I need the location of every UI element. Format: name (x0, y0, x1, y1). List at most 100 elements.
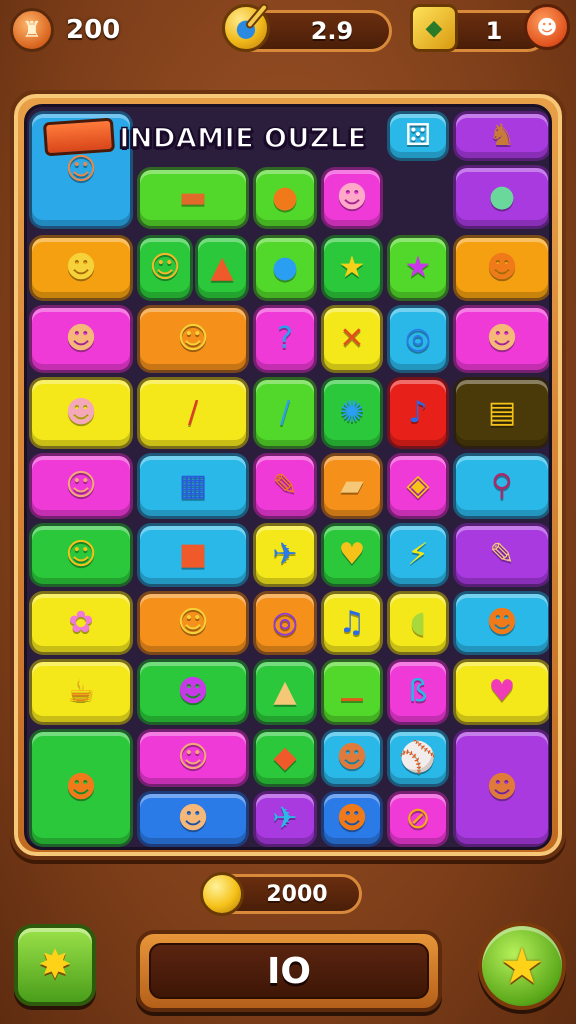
tile-blue-note-icon: ♫ (338, 605, 366, 640)
tile-pencil[interactable]: ✎ (253, 453, 317, 519)
booster-button[interactable]: ✸ (14, 924, 96, 1006)
character-icon[interactable]: ♜ (10, 8, 54, 52)
tile-chick[interactable]: ☺ (137, 235, 193, 301)
tile-wood-bench-icon: ▬ (178, 180, 208, 215)
tile-fish[interactable]: ◆ (253, 729, 317, 787)
tile-heart-icon: ♥ (488, 674, 516, 709)
tile-orange-cat-icon: ☻ (65, 250, 97, 285)
tile-long-cat[interactable]: ☺ (137, 305, 249, 373)
tile-tip-cone[interactable]: ▲ (253, 659, 317, 725)
tile-pink-cat[interactable]: ☻ (453, 305, 549, 373)
puzzle-board[interactable]: ☺ ▬ ● ☻ ⚄ ♞ ● ☻ ☺ ▲ ● ★ ★ ☻ ☻ ☺? ✕ ◎ ☻ ☻ / / ✺ ♪ ▤ ☺ ▦ ✎ ▰ ◈ ⚲ ☺ ■ ✈ ♥ ⚡ ✎ ✿ ☺… (24, 104, 552, 850)
tile-bottle[interactable]: ◈ (387, 453, 449, 519)
tile-hamster-icon: ☻ (65, 321, 97, 356)
top-hud: ♜ 200 2.9 ● 1 ◆ ☻ (0, 0, 576, 64)
tile-rolling-pin[interactable]: / (137, 377, 249, 449)
tile-orange-ball[interactable]: ● (253, 167, 317, 229)
tile-dog-icon: ☻ (65, 770, 97, 805)
tile-crowned-face-icon: ☺ (65, 468, 97, 503)
tile-yoyo[interactable]: ⚲ (453, 453, 549, 519)
tile-syringe[interactable]: ✎ (453, 523, 549, 587)
tile-hippo[interactable]: ☻ (137, 791, 249, 847)
tile-leaf[interactable]: ◖ (387, 591, 449, 655)
tile-moose-icon: ♞ (488, 118, 516, 153)
tile-crowned-face[interactable]: ☺ (29, 453, 133, 519)
tile-monkey[interactable]: ☻ (321, 729, 383, 787)
tile-blue-stick[interactable]: / (253, 377, 317, 449)
tile-king-face[interactable]: ☺ (137, 729, 249, 787)
tile-hamster[interactable]: ☻ (29, 305, 133, 373)
tile-turtle[interactable]: ● (453, 165, 549, 229)
tile-hippo-icon: ☻ (177, 801, 209, 836)
tile-cheese-cat[interactable]: ☺ (137, 591, 249, 655)
tile-pig[interactable]: ☻ (321, 167, 383, 229)
score-value: IO (267, 950, 311, 992)
tile-blue-stick-icon: / (279, 395, 291, 430)
tile-cotton-candy[interactable]: ✿ (29, 591, 133, 655)
tile-germ[interactable]: ✺ (321, 377, 383, 449)
tile-fox-2[interactable]: ☻ (321, 791, 383, 847)
star-button[interactable]: ★ (478, 922, 566, 1010)
score-display: IO (149, 943, 429, 999)
tile-music-note-icon: ♪ (408, 395, 428, 430)
tile-moose[interactable]: ♞ (453, 111, 549, 161)
tile-swirl[interactable]: ◎ (387, 305, 449, 373)
tile-fox-icon: ☻ (486, 250, 518, 285)
tile-fish-icon: ◆ (273, 740, 297, 775)
monster-icon[interactable]: ☻ (524, 4, 570, 50)
tile-baseball-icon: ⚾ (399, 740, 437, 775)
tile-music-note[interactable]: ♪ (387, 377, 449, 449)
tile-bandage[interactable]: ▰ (321, 453, 383, 519)
tile-orange-cat[interactable]: ☻ (29, 235, 133, 301)
tile-bandage-icon: ▰ (340, 468, 364, 503)
tile-blue-plane-2[interactable]: ✈ (253, 791, 317, 847)
tile-purple-blob[interactable]: ☻ (137, 659, 249, 725)
tile-heart[interactable]: ♥ (453, 659, 549, 725)
tile-crab-icon: ☻ (486, 605, 518, 640)
tile-blue-plane[interactable]: ✈ (253, 523, 317, 587)
tile-baseball[interactable]: ⚾ (387, 729, 449, 787)
tile-bolt[interactable]: ⚡ (387, 523, 449, 587)
coin-icon (200, 872, 244, 916)
cheese-block-icon[interactable]: ◆ (410, 4, 458, 52)
tile-cone[interactable]: ▲ (195, 235, 249, 301)
tile-pink-face[interactable]: ☻ (29, 377, 133, 449)
ball-icon[interactable]: ● (222, 1, 270, 52)
tile-calendar[interactable]: ▦ (137, 453, 249, 519)
tile-crab[interactable]: ☻ (453, 591, 549, 655)
tile-brown-cat[interactable]: ☻ (453, 729, 549, 847)
tile-ticket[interactable]: ▤ (453, 377, 549, 449)
tile-cheese-cat-icon: ☺ (177, 605, 209, 640)
tile-purple-blob-icon: ☻ (177, 674, 209, 709)
tile-teapot-icon: ☕ (67, 674, 95, 709)
tile-orange-ball-icon: ● (271, 180, 299, 215)
tile-heart-face[interactable]: ♥ (321, 523, 383, 587)
tile-dice-icon: ⚄ (404, 118, 432, 153)
tile-fox-2-icon: ☻ (336, 801, 368, 836)
lives-counter: ♜ 200 (10, 8, 120, 52)
tile-long-cat-icon: ☺ (177, 321, 209, 356)
tile-question[interactable]: ? (253, 305, 317, 373)
tile-purple-star[interactable]: ★ (387, 235, 449, 301)
tile-blue-note[interactable]: ♫ (321, 591, 383, 655)
tile-pink-face-icon: ☻ (65, 395, 97, 430)
tile-teapot[interactable]: ☕ (29, 659, 133, 725)
tile-blue-ball[interactable]: ● (253, 235, 317, 301)
tile-peach[interactable]: ⊘ (387, 791, 449, 847)
sun-badge-icon: ✸ (38, 942, 72, 988)
timer-value: 2.9 (310, 17, 354, 45)
tile-smile[interactable]: ☺ (29, 523, 133, 587)
tile-bone-icon: ⚊ (338, 674, 366, 709)
tile-star[interactable]: ★ (321, 235, 383, 301)
level-value: 1 (485, 17, 503, 45)
tile-blue-plane-2-icon: ✈ (272, 801, 298, 836)
tile-yoyo-icon: ⚲ (491, 468, 513, 503)
tile-blue-pretzel[interactable]: ß (387, 659, 449, 725)
tile-purple-swirl[interactable]: ◎ (253, 591, 317, 655)
tile-chopsticks[interactable]: ✕ (321, 305, 383, 373)
tile-bone[interactable]: ⚊ (321, 659, 383, 725)
tile-wood-bench[interactable]: ▬ (137, 167, 249, 229)
tile-red-box[interactable]: ■ (137, 523, 249, 587)
tile-dog[interactable]: ☻ (29, 729, 133, 847)
tile-fox[interactable]: ☻ (453, 235, 549, 301)
